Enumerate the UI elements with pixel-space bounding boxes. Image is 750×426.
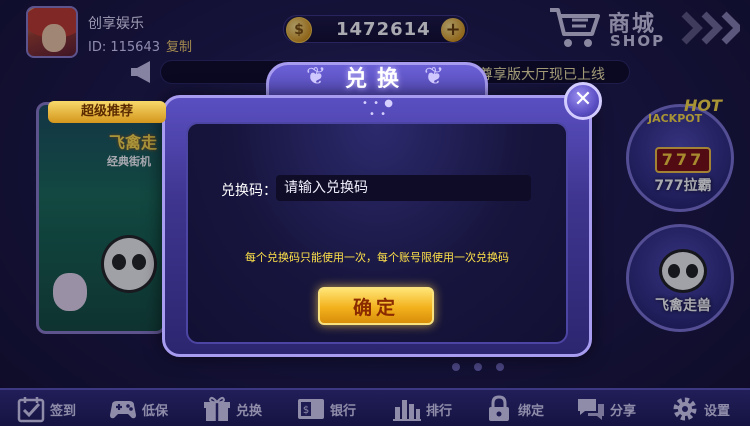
- redeem-code-input[interactable]: [276, 175, 531, 201]
- dialog-title: 兑换: [344, 67, 409, 92]
- super-recommend-badge: 超级推荐: [48, 101, 166, 123]
- confirm-button[interactable]: 确定: [318, 287, 434, 325]
- redeem-code-label: 兑换码：: [221, 183, 277, 199]
- laurel-right-icon: ❦: [424, 62, 445, 90]
- close-icon[interactable]: ✕: [564, 82, 602, 120]
- title-dots-decoration: • • ● • •: [362, 98, 394, 120]
- redeem-hint-text: 每个兑换码只能使用一次，每个账号限使用一次兑换码: [245, 251, 509, 264]
